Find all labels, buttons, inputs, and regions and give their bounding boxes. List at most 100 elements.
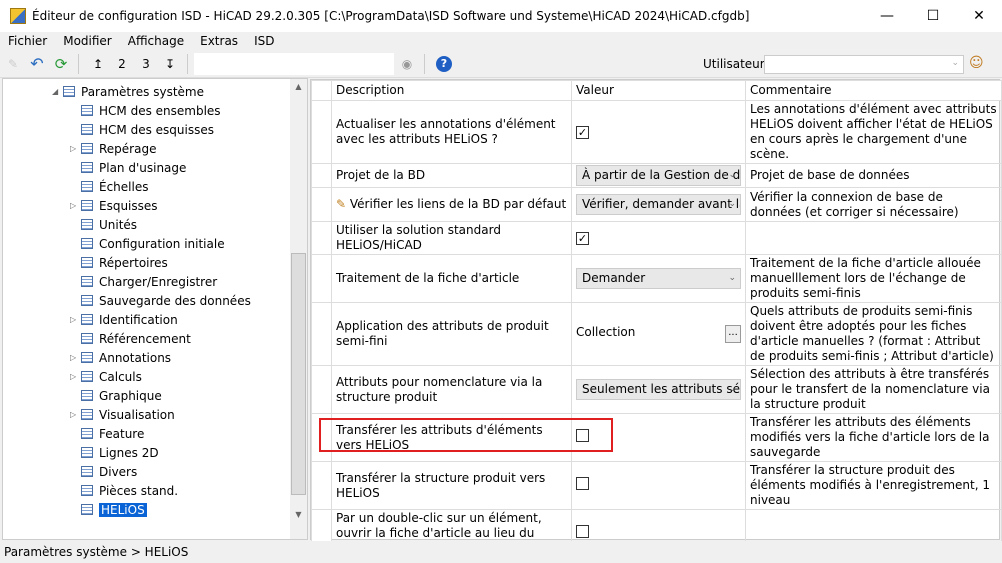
collapsed-arrow-icon[interactable]: ▷	[70, 201, 76, 210]
value-cell[interactable]: ✓	[571, 100, 746, 164]
settings-grid: Description Valeur Commentaire Actualise…	[310, 79, 1002, 558]
tree-item-label: Sauvegarde des données	[99, 293, 251, 308]
value-dropdown[interactable]: Seulement les attributs sélectionnés⌄	[576, 379, 741, 400]
tree-item[interactable]: Échelles	[81, 177, 148, 196]
expanded-arrow-icon[interactable]: ◢	[52, 87, 58, 96]
row-header[interactable]	[311, 461, 332, 510]
tree-item-label: Repérage	[99, 141, 157, 156]
chevron-down-icon: ⌄	[728, 273, 736, 283]
ellipsis-button[interactable]: ...	[725, 325, 741, 343]
scrollbar-thumb[interactable]	[291, 253, 306, 495]
menu-isd[interactable]: ISD	[246, 32, 282, 50]
row-header[interactable]	[311, 187, 332, 222]
column-header-valeur[interactable]: Valeur	[571, 80, 746, 101]
tree-item[interactable]: ▷ Identification	[70, 310, 178, 329]
checkbox[interactable]	[576, 525, 589, 538]
tree-item-root[interactable]: ◢ Paramètres système	[52, 82, 204, 101]
refresh-icon[interactable]: ⟳	[50, 53, 72, 75]
menu-fichier[interactable]: Fichier	[0, 32, 55, 50]
tree-item[interactable]: HCM des esquisses	[81, 120, 214, 139]
tree-item[interactable]: Plan d'usinage	[81, 158, 186, 177]
settings-icon	[81, 447, 93, 458]
user-select[interactable]: ⌄	[764, 55, 964, 74]
tree-item-label: Identification	[99, 312, 178, 327]
value-cell[interactable]: ✓	[571, 221, 746, 255]
collapsed-arrow-icon[interactable]: ▷	[70, 372, 76, 381]
grid-row[interactable]: Projet de la BD À partir de la Gestion de…	[311, 163, 1002, 188]
grid-row[interactable]: Transférer la structure produit vers HEL…	[311, 461, 1002, 510]
scroll-down-icon[interactable]: ▼	[290, 510, 307, 519]
close-button[interactable]: ✕	[956, 0, 1002, 32]
expand-all-icon[interactable]: ↧	[159, 53, 181, 75]
tree-item[interactable]: HELiOS	[81, 500, 147, 519]
tree-item[interactable]: Graphique	[81, 386, 162, 405]
column-header-description[interactable]: Description	[331, 80, 572, 101]
row-header[interactable]	[311, 221, 332, 255]
undo-icon[interactable]: ↶	[26, 53, 48, 75]
collapsed-arrow-icon[interactable]: ▷	[70, 353, 76, 362]
tree-item[interactable]: Répertoires	[81, 253, 168, 272]
tree-item[interactable]: ▷ Visualisation	[70, 405, 175, 424]
row-header[interactable]	[311, 100, 332, 164]
settings-icon	[81, 238, 93, 249]
value-dropdown[interactable]: À partir de la Gestion de documents⌄	[576, 165, 741, 186]
value-dropdown[interactable]: Demander ⌄	[576, 268, 741, 289]
grid-row[interactable]: Traitement de la fiche d'article Demander…	[311, 254, 1002, 303]
tree-item[interactable]: ▷ Repérage	[70, 139, 157, 158]
value-cell[interactable]: Vérifier, demander avant la correction⌄	[571, 187, 746, 222]
value-cell[interactable]	[571, 461, 746, 510]
tree-item[interactable]: Charger/Enregistrer	[81, 272, 217, 291]
users-icon[interactable]: ☺	[969, 55, 984, 71]
collapsed-arrow-icon[interactable]: ▷	[70, 315, 76, 324]
menu-affichage[interactable]: Affichage	[120, 32, 192, 50]
value-cell[interactable]: ... Collection	[571, 302, 746, 366]
grid-row[interactable]: Application des attributs de produit sem…	[311, 302, 1002, 366]
app-icon	[10, 8, 26, 24]
checkbox[interactable]: ✓	[576, 125, 589, 139]
column-header-commentaire[interactable]: Commentaire	[745, 80, 1002, 101]
value-cell[interactable]: À partir de la Gestion de documents⌄	[571, 163, 746, 188]
collapse-all-icon[interactable]: ↥	[87, 53, 109, 75]
description-cell: Actualiser les annotations d'élément ave…	[331, 100, 572, 164]
tree-item[interactable]: Divers	[81, 462, 137, 481]
menu-modifier[interactable]: Modifier	[55, 32, 120, 50]
level-3-button[interactable]: 3	[135, 53, 157, 75]
tree-item[interactable]: Sauvegarde des données	[81, 291, 251, 310]
level-2-button[interactable]: 2	[111, 53, 133, 75]
binoculars-icon[interactable]: ◉	[396, 53, 418, 75]
grid-row[interactable]: Actualiser les annotations d'élément ave…	[311, 100, 1002, 164]
tree-item[interactable]: Configuration initiale	[81, 234, 225, 253]
dropdown-value: Vérifier, demander avant la correction	[582, 197, 740, 211]
collapsed-arrow-icon[interactable]: ▷	[70, 144, 76, 153]
row-header[interactable]	[311, 365, 332, 414]
tree-item[interactable]: Feature	[81, 424, 144, 443]
collapsed-arrow-icon[interactable]: ▷	[70, 410, 76, 419]
minimize-button[interactable]: —	[864, 0, 910, 32]
tree-item[interactable]: ▷ Annotations	[70, 348, 171, 367]
tree-item[interactable]: Pièces stand.	[81, 481, 178, 500]
scroll-up-icon[interactable]: ▲	[290, 82, 307, 91]
maximize-button[interactable]: ☐	[910, 0, 956, 32]
help-icon[interactable]: ?	[433, 53, 455, 75]
grid-row[interactable]: ✎ Vérifier les liens de la BD par défaut…	[311, 187, 1002, 222]
value-cell[interactable]: Seulement les attributs sélectionnés⌄	[571, 365, 746, 414]
row-header[interactable]	[311, 163, 332, 188]
row-header[interactable]	[311, 254, 332, 303]
grid-row[interactable]: Attributs pour nomenclature via la struc…	[311, 365, 1002, 414]
description-cell: Traitement de la fiche d'article	[331, 254, 572, 303]
value-cell[interactable]: Demander ⌄	[571, 254, 746, 303]
tree-item[interactable]: ▷ Esquisses	[70, 196, 158, 215]
checkbox[interactable]: ✓	[576, 231, 589, 245]
menu-extras[interactable]: Extras	[192, 32, 246, 50]
tree-item[interactable]: HCM des ensembles	[81, 101, 221, 120]
grid-row[interactable]: Utiliser la solution standard HELiOS/HiC…	[311, 221, 1002, 255]
edit-pencil-icon[interactable]: ✎	[2, 53, 24, 75]
settings-icon	[63, 86, 75, 97]
row-header[interactable]	[311, 302, 332, 366]
tree-item[interactable]: Référencement	[81, 329, 191, 348]
tree-item[interactable]: Unités	[81, 215, 137, 234]
tree-item[interactable]: Lignes 2D	[81, 443, 159, 462]
checkbox[interactable]	[576, 477, 589, 490]
tree-item[interactable]: ▷ Calculs	[70, 367, 142, 386]
value-dropdown[interactable]: Vérifier, demander avant la correction⌄	[576, 194, 741, 215]
